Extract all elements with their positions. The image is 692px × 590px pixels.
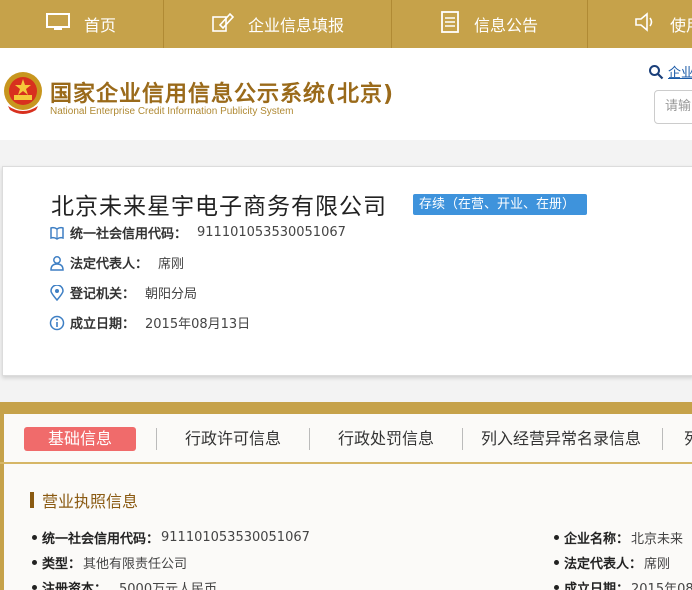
bullet — [32, 535, 37, 540]
nav-home-label: 首页 — [84, 16, 117, 35]
bullet — [554, 585, 559, 590]
document-icon — [440, 11, 460, 37]
bullet — [554, 560, 559, 565]
top-nav: 首页 企业信息填报 信息公告 使用 — [0, 0, 692, 48]
field-value: 911101053530051067 — [161, 530, 310, 545]
company-name: 北京未来星宇电子商务有限公司 — [51, 194, 387, 220]
credit-code-value: 911101053530051067 — [197, 225, 346, 240]
field-label: 法定代表人： — [564, 557, 643, 572]
field-registered-capital: 注册资本： 5000万元人民币 — [32, 578, 217, 590]
monitor-icon — [46, 13, 70, 35]
tab-separator — [662, 428, 663, 450]
site-header: 国家企业信用信息公示系统(北京) National Enterprise Cre… — [0, 48, 692, 140]
status-badge: 存续（在营、开业、在册） — [413, 194, 588, 215]
field-label: 注册资本： — [42, 582, 108, 590]
founded-value: 2015年08月13日 — [145, 317, 251, 332]
info-legal-rep: 法定代表人： 席刚 — [49, 253, 184, 272]
site-title: 国家企业信用信息公示系统(北京) — [50, 82, 395, 107]
tab-basic-info[interactable]: 基础信息 — [24, 427, 136, 451]
nav-usage[interactable]: 使用 — [588, 0, 692, 48]
field-label: 统一社会信用代码： — [42, 532, 160, 547]
field-label: 类型： — [42, 557, 82, 572]
legal-rep-label: 法定代表人： — [70, 257, 149, 272]
speaker-icon — [634, 12, 656, 36]
nav-report-label: 企业信息填报 — [248, 16, 345, 35]
person-icon — [49, 255, 65, 271]
nav-report[interactable]: 企业信息填报 — [164, 0, 392, 48]
nav-announcement-label: 信息公告 — [474, 16, 539, 35]
field-value: 5000万元人民币 — [119, 582, 218, 590]
national-emblem-icon — [2, 70, 44, 116]
section-marker — [30, 492, 34, 508]
detail-tabs: 基础信息 行政许可信息 行政处罚信息 列入经营异常名录信息 列 — [0, 414, 692, 464]
search-icon[interactable] — [648, 64, 664, 80]
nav-home[interactable]: 首页 — [0, 0, 164, 48]
field-company-name: 企业名称： 北京未来 — [554, 528, 683, 547]
field-legal-rep: 法定代表人： 席刚 — [554, 553, 670, 572]
nav-usage-label: 使用 — [670, 16, 692, 35]
field-value: 其他有限责任公司 — [83, 557, 188, 572]
search-input[interactable]: 请输 — [654, 90, 692, 124]
info-credit-code: 统一社会信用代码： 911101053530051067 — [49, 223, 346, 242]
tab-separator — [156, 428, 157, 450]
section-title-text: 营业执照信息 — [42, 492, 139, 511]
authority-label: 登记机关： — [70, 287, 136, 302]
enterprise-search-link[interactable]: 企业 — [668, 62, 692, 81]
field-value: 北京未来 — [631, 532, 684, 547]
section-title: 营业执照信息 — [30, 488, 138, 512]
tab-separator — [462, 428, 463, 450]
edit-icon — [212, 12, 235, 36]
field-value: 席刚 — [644, 557, 671, 572]
bullet — [32, 585, 37, 590]
section-divider — [0, 402, 692, 414]
tab-more[interactable]: 列 — [684, 427, 692, 451]
bullet — [554, 535, 559, 540]
legal-rep-value: 席刚 — [158, 257, 185, 272]
company-card: 北京未来星宇电子商务有限公司 存续（在营、开业、在册） 统一社会信用代码： 91… — [2, 166, 692, 376]
site-subtitle: National Enterprise Credit Information P… — [50, 106, 294, 117]
field-credit-code: 统一社会信用代码： 911101053530051067 — [32, 528, 310, 547]
tab-separator — [309, 428, 310, 450]
field-founded: 成立日期： 2015年08 — [554, 578, 692, 590]
field-label: 成立日期： — [564, 582, 630, 590]
field-value: 2015年08 — [631, 582, 692, 590]
book-icon — [49, 225, 65, 241]
info-founded: 成立日期： 2015年08月13日 — [49, 313, 250, 332]
founded-label: 成立日期： — [70, 317, 136, 332]
authority-value: 朝阳分局 — [145, 287, 198, 302]
info-icon — [49, 315, 65, 331]
bullet — [32, 560, 37, 565]
location-pin-icon — [49, 283, 65, 301]
tab-abnormal-list[interactable]: 列入经营异常名录信息 — [481, 427, 641, 451]
field-type: 类型： 其他有限责任公司 — [32, 553, 187, 572]
credit-code-label: 统一社会信用代码： — [70, 227, 188, 242]
field-label: 企业名称： — [564, 532, 630, 547]
tab-admin-penalty[interactable]: 行政处罚信息 — [338, 427, 434, 451]
nav-announcement[interactable]: 信息公告 — [392, 0, 588, 48]
tab-admin-license[interactable]: 行政许可信息 — [185, 427, 281, 451]
info-authority: 登记机关： 朝阳分局 — [49, 283, 197, 302]
